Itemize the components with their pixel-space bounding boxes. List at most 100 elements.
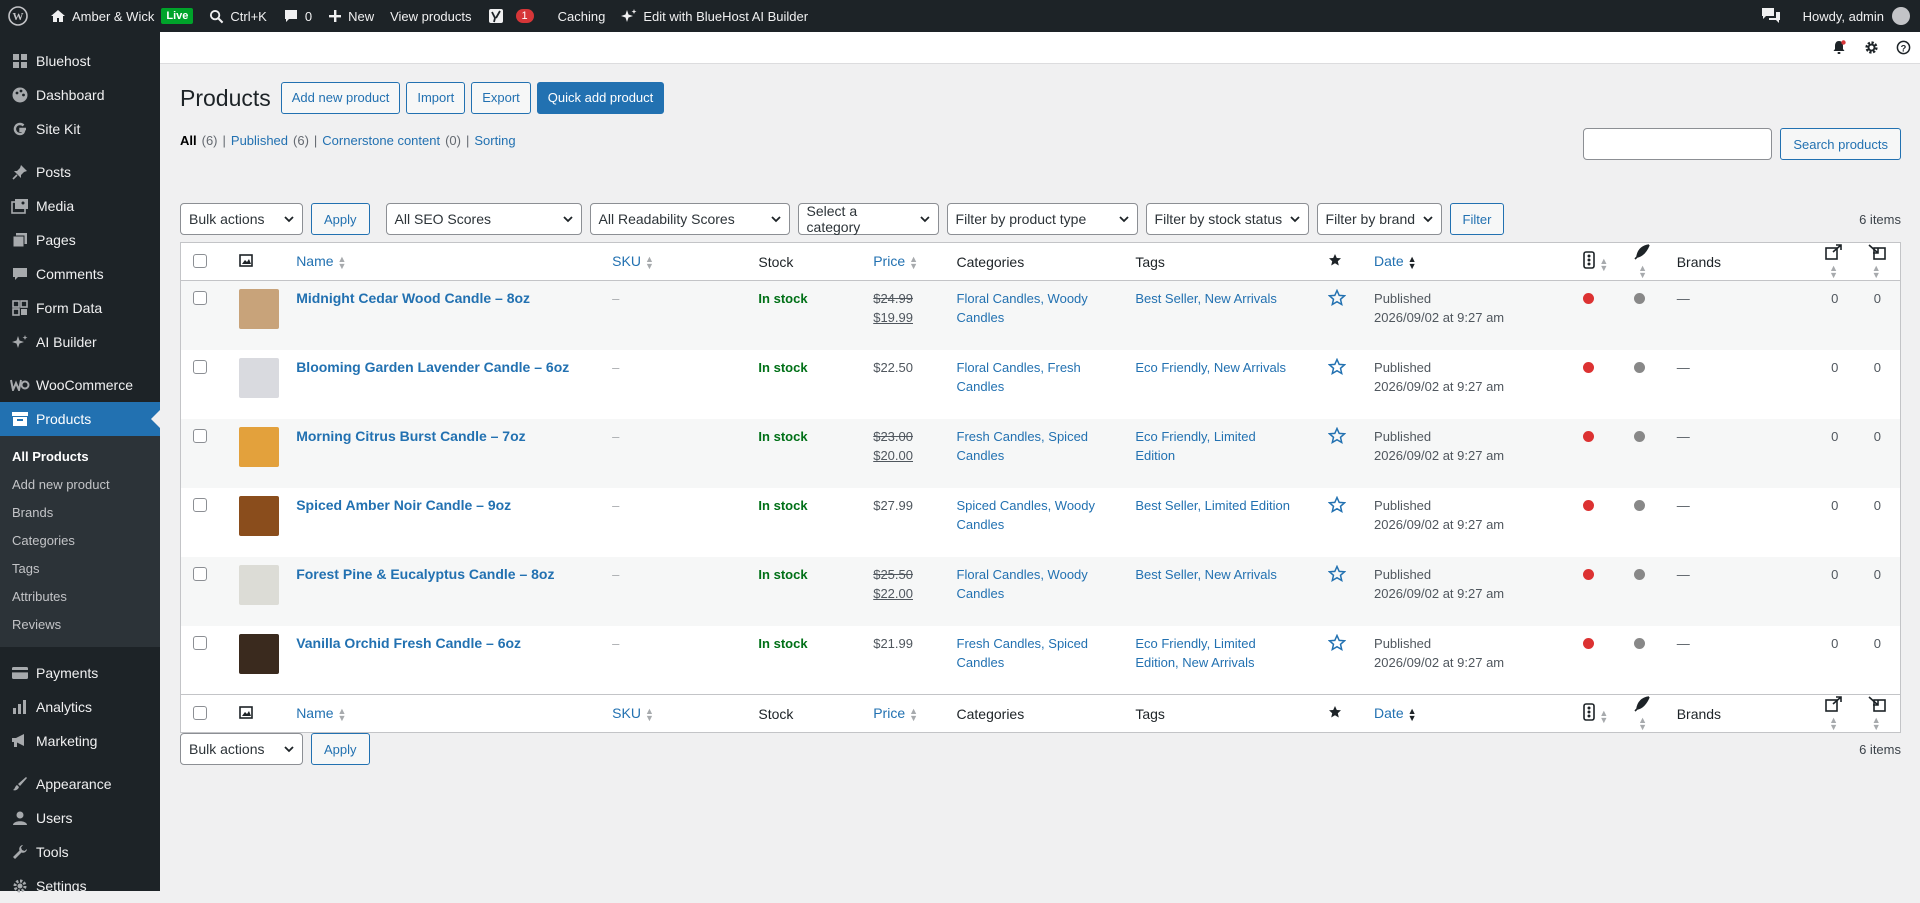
filter-all[interactable]: All (180, 133, 197, 148)
product-categories[interactable]: Spiced Candles, Woody (957, 498, 1096, 513)
product-thumbnail[interactable] (239, 289, 280, 329)
comments-link[interactable]: 0 (275, 0, 320, 32)
submenu-item-brands[interactable]: Brands (0, 499, 160, 527)
row-checkbox[interactable] (193, 291, 207, 305)
column-price[interactable]: Price ▲ ▼ (865, 242, 949, 281)
export-button[interactable]: Export (471, 82, 531, 114)
product-tags[interactable]: Best Seller, Limited Edition (1135, 498, 1290, 513)
submenu-item-categories[interactable]: Categories (0, 527, 160, 555)
product-categories-cont[interactable]: Candles (957, 310, 1005, 325)
product-tags[interactable]: Best Seller, New Arrivals (1135, 567, 1277, 582)
product-thumbnail[interactable] (239, 357, 280, 398)
sidebar-item-products[interactable]: Products (0, 402, 160, 436)
apply-button-bottom[interactable]: Apply (311, 733, 370, 765)
product-tags[interactable]: Best Seller, New Arrivals (1135, 291, 1277, 306)
column-name[interactable]: Name ▲ ▼ (288, 242, 605, 281)
wordpress-logo-icon[interactable]: W (0, 0, 42, 32)
featured-star-icon[interactable] (1327, 495, 1347, 517)
column-outgoing-links[interactable]: ▲ ▼ (1817, 242, 1860, 281)
sidebar-item-comments[interactable]: Comments (0, 257, 160, 291)
product-categories[interactable]: Fresh Candles, Spiced (957, 429, 1089, 444)
sidebar-item-posts[interactable]: Posts (0, 155, 160, 189)
caching-link[interactable]: Caching (550, 0, 614, 32)
column-incoming-links[interactable]: ▲ ▼ (1859, 694, 1901, 733)
sidebar-item-site-kit[interactable]: Site Kit (0, 112, 160, 146)
featured-star-icon[interactable] (1327, 288, 1347, 310)
brand-select[interactable]: Filter by brand (1316, 203, 1442, 235)
category-select[interactable]: Select a category (797, 203, 939, 235)
search-products-button[interactable]: Search products (1780, 128, 1901, 160)
product-thumbnail[interactable] (239, 495, 280, 536)
row-checkbox[interactable] (193, 497, 207, 512)
product-categories[interactable]: Floral Candles, Woody (957, 291, 1088, 306)
gear-icon[interactable] (1862, 39, 1880, 57)
column-date[interactable]: Date ▲ ▼ (1366, 694, 1576, 733)
site-name-link[interactable]: Amber & Wick Live (42, 0, 201, 32)
product-name-link[interactable]: Spiced Amber Noir Candle – 9oz (296, 497, 511, 513)
product-categories-cont[interactable]: Candles (957, 655, 1005, 670)
notification-bell-icon[interactable] (1830, 39, 1848, 57)
featured-star-icon[interactable] (1327, 426, 1347, 448)
sidebar-item-media[interactable]: Media (0, 189, 160, 223)
select-all-checkbox[interactable] (193, 254, 207, 268)
product-categories-cont[interactable]: Candles (957, 379, 1005, 394)
product-name-link[interactable]: Vanilla Orchid Fresh Candle – 6oz (296, 635, 521, 651)
stock-status-select[interactable]: Filter by stock status (1145, 203, 1309, 235)
product-name-link[interactable]: Midnight Cedar Wood Candle – 8oz (296, 290, 530, 306)
column-outgoing-links[interactable]: ▲ ▼ (1817, 694, 1860, 733)
product-thumbnail[interactable] (239, 564, 280, 605)
product-categories-cont[interactable]: Candles (957, 586, 1005, 601)
my-account[interactable]: Howdy, admin (1795, 0, 1920, 32)
column-sku[interactable]: SKU ▲ ▼ (604, 694, 751, 733)
column-sku[interactable]: SKU ▲ ▼ (604, 242, 751, 281)
product-name-link[interactable]: Morning Citrus Burst Candle – 7oz (296, 428, 525, 444)
sidebar-item-pages[interactable]: Pages (0, 223, 160, 257)
column-readability[interactable]: ▲ ▼ (1626, 694, 1665, 733)
product-categories-cont[interactable]: Candles (957, 517, 1005, 532)
seo-scores-select[interactable]: All SEO Scores (385, 203, 582, 235)
sidebar-item-payments[interactable]: Payments (0, 656, 160, 690)
column-seo-score[interactable]: ▲ ▼ (1575, 694, 1627, 733)
column-featured[interactable] (1320, 242, 1367, 281)
chat-icon[interactable] (1753, 0, 1795, 32)
product-tags[interactable]: Eco Friendly, Limited (1135, 636, 1255, 651)
row-checkbox[interactable] (193, 635, 207, 650)
featured-star-icon[interactable] (1327, 357, 1347, 379)
product-type-select[interactable]: Filter by product type (946, 203, 1138, 235)
product-tags[interactable]: Eco Friendly, New Arrivals (1135, 360, 1286, 375)
column-date[interactable]: Date ▲ ▼ (1366, 242, 1576, 281)
add-new-product-button[interactable]: Add new product (280, 82, 401, 114)
sidebar-item-users[interactable]: Users (0, 801, 160, 835)
product-name-link[interactable]: Blooming Garden Lavender Candle – 6oz (296, 359, 569, 375)
submenu-item-tags[interactable]: Tags (0, 555, 160, 583)
help-icon[interactable]: ? (1894, 39, 1912, 57)
filter-cornerstone[interactable]: Cornerstone content (322, 133, 440, 148)
apply-button[interactable]: Apply (311, 203, 370, 235)
readability-select[interactable]: All Readability Scores (589, 203, 790, 235)
column-readability[interactable]: ▲ ▼ (1626, 242, 1665, 281)
product-name-link[interactable]: Forest Pine & Eucalyptus Candle – 8oz (296, 566, 554, 582)
import-button[interactable]: Import (406, 82, 466, 114)
sidebar-item-woocommerce[interactable]: WooCommerce (0, 368, 160, 402)
filter-sorting[interactable]: Sorting (474, 133, 515, 148)
bulk-actions-select-bottom[interactable]: Bulk actions (180, 733, 303, 765)
column-price[interactable]: Price ▲ ▼ (865, 694, 949, 733)
sidebar-item-marketing[interactable]: Marketing (0, 724, 160, 758)
submenu-item-attributes[interactable]: Attributes (0, 583, 160, 611)
product-categories-cont[interactable]: Candles (957, 448, 1005, 463)
row-checkbox[interactable] (193, 359, 207, 374)
product-tags-cont[interactable]: Edition (1135, 448, 1175, 463)
featured-star-icon[interactable] (1327, 633, 1347, 655)
sidebar-item-ai-builder[interactable]: AI Builder (0, 325, 160, 359)
product-thumbnail[interactable] (239, 426, 280, 467)
product-thumbnail[interactable] (239, 633, 280, 674)
search-input[interactable] (1583, 128, 1773, 160)
ai-builder-link[interactable]: Edit with BlueHost AI Builder (613, 0, 816, 32)
view-products-link[interactable]: View products (382, 0, 479, 32)
submenu-item-add-new-product[interactable]: Add new product (0, 471, 160, 499)
column-seo-score[interactable]: ▲ ▼ (1575, 242, 1627, 281)
new-content-link[interactable]: New (320, 0, 382, 32)
product-tags-cont[interactable]: Edition, New Arrivals (1135, 655, 1254, 670)
product-categories[interactable]: Floral Candles, Woody (957, 567, 1088, 582)
filter-published[interactable]: Published (231, 133, 288, 148)
